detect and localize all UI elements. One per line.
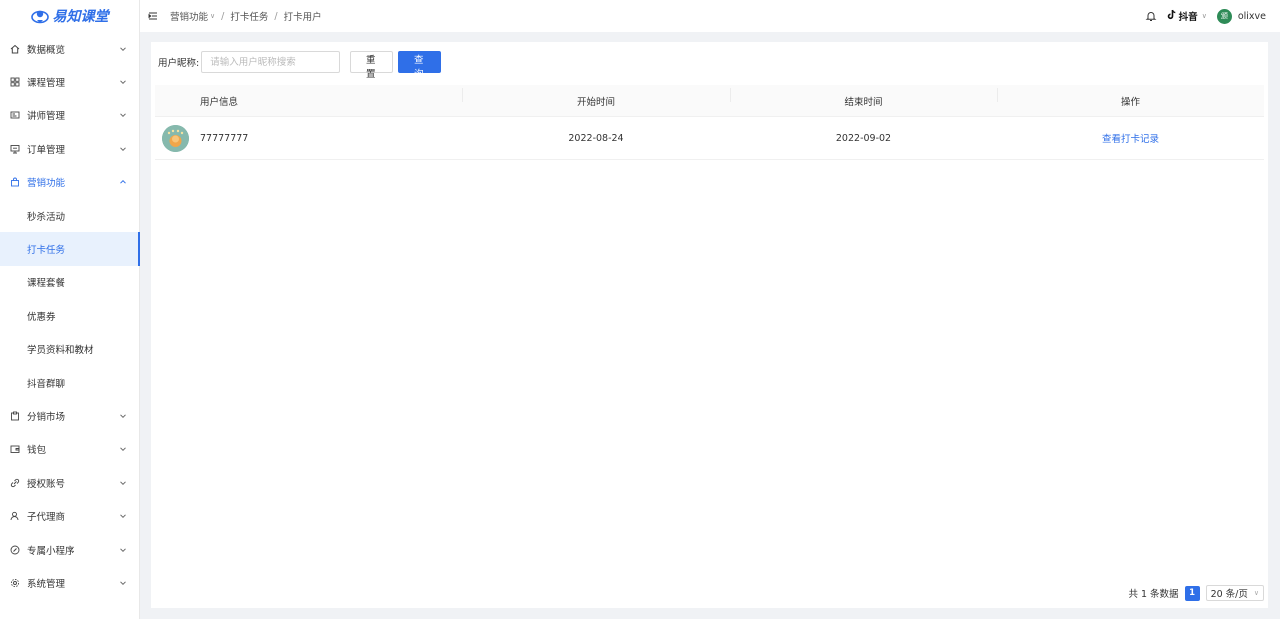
table-row: 77777777 2022-08-24 2022-09-02 查看打卡记录 <box>155 117 1264 160</box>
sidebar-subitem-student-materials[interactable]: 学员资料和教材 <box>0 333 139 366</box>
sidebar-item-system-management[interactable]: 系统管理 <box>0 566 139 599</box>
header-actions: 抖音 ∨ 颁 olixve <box>1145 0 1266 32</box>
avatar: 颁 <box>1216 8 1232 24</box>
link-icon <box>10 478 20 488</box>
chevron-down-icon: ∨ <box>1201 12 1207 20</box>
table-header: 用户信息 开始时间 结束时间 操作 <box>155 85 1264 117</box>
user-avatar <box>161 124 189 152</box>
breadcrumb: 营销功能 ∨ / 打卡任务 / 打卡用户 <box>170 9 322 24</box>
breadcrumb-separator: / <box>221 10 225 22</box>
breadcrumb-item-marketing[interactable]: 营销功能 <box>170 9 208 23</box>
sidebar-subitem-douyin-group-chat[interactable]: 抖音群聊 <box>0 366 139 399</box>
chevron-down-icon <box>119 512 127 520</box>
sidebar-subitem-checkin-task[interactable]: 打卡任务 <box>0 232 140 267</box>
sidebar-item-label: 讲师管理 <box>27 111 66 123</box>
actions-cell: 查看打卡记录 <box>997 131 1264 145</box>
column-header-start-time: 开始时间 <box>462 87 730 108</box>
wallet-icon <box>10 444 20 454</box>
chevron-down-icon <box>119 145 127 153</box>
breadcrumb-item-checkin-users: 打卡用户 <box>283 12 322 23</box>
sidebar-item-label: 子代理商 <box>27 512 66 524</box>
user-nickname: 77777777 <box>200 132 249 144</box>
sidebar-subitem-course-bundle[interactable]: 课程套餐 <box>0 266 139 299</box>
sidebar-subitem-flash-sale[interactable]: 秒杀活动 <box>0 199 139 232</box>
column-header-user-info: 用户信息 <box>200 96 239 108</box>
top-header: 营销功能 ∨ / 打卡任务 / 打卡用户 抖音 ∨ 颁 olixve <box>140 0 1280 32</box>
sidebar-item-data-overview[interactable]: 数据概览 <box>0 32 139 65</box>
chevron-down-icon <box>119 45 127 53</box>
username: olixve <box>1237 10 1266 22</box>
platform-label: 抖音 <box>1178 12 1198 23</box>
user-icon <box>10 511 20 521</box>
total-count: 共 1 条数据 <box>1128 589 1179 600</box>
view-checkin-records-link[interactable]: 查看打卡记录 <box>1102 134 1159 145</box>
breadcrumb-separator: / <box>274 10 278 22</box>
row-avatar-cell <box>155 124 195 152</box>
sidebar-item-distribution-market[interactable]: 分销市场 <box>0 399 139 432</box>
sidebar-item-order-management[interactable]: 订单管理 <box>0 132 139 165</box>
sidebar-item-wallet[interactable]: 钱包 <box>0 433 139 466</box>
sidebar: 易知课堂 数据概览 课程管理 讲师管理 订单管理 营销功能 秒杀活动 打卡任务 … <box>0 0 140 619</box>
column-header-actions: 操作 <box>997 87 1264 108</box>
breadcrumb-item-checkin-task[interactable]: 打卡任务 <box>230 9 268 23</box>
pagination: 共 1 条数据 1 20 条/页 ∨ <box>1128 585 1264 601</box>
chevron-down-icon <box>119 445 127 453</box>
column-header-end-time: 结束时间 <box>730 87 997 108</box>
main-content: 用户昵称: 重置 查询 用户信息 开始时间 结束时间 操作 <box>151 42 1268 608</box>
chevron-down-icon: ∨ <box>1253 589 1259 597</box>
sidebar-item-label: 数据概览 <box>27 44 66 56</box>
chevron-down-icon <box>119 546 127 554</box>
page-number-button[interactable]: 1 <box>1184 585 1200 601</box>
sidebar-item-lecturer-management[interactable]: 讲师管理 <box>0 99 139 132</box>
sidebar-menu: 数据概览 课程管理 讲师管理 订单管理 营销功能 秒杀活动 打卡任务 课程套餐 … <box>0 32 140 600</box>
gear-icon <box>10 578 20 588</box>
sidebar-item-authorized-accounts[interactable]: 授权账号 <box>0 466 139 499</box>
chevron-down-icon <box>119 412 127 420</box>
clipboard-icon <box>10 411 20 421</box>
sidebar-item-label: 授权账号 <box>27 478 66 490</box>
nickname-label: 用户昵称: <box>158 58 200 69</box>
end-time: 2022-09-02 <box>835 132 892 144</box>
platform-switcher[interactable]: 抖音 ∨ <box>1167 9 1207 23</box>
sidebar-item-course-management[interactable]: 课程管理 <box>0 65 139 98</box>
sidebar-item-label: 钱包 <box>27 445 47 457</box>
reset-button[interactable]: 重置 <box>350 51 394 80</box>
home-icon <box>10 44 20 54</box>
sidebar-item-label: 课程管理 <box>27 78 66 90</box>
sidebar-item-mini-program[interactable]: 专属小程序 <box>0 533 139 566</box>
tiktok-icon <box>1167 9 1177 23</box>
chevron-up-icon <box>119 178 127 186</box>
page-size-value: 20 条/页 <box>1210 589 1248 600</box>
chevron-down-icon[interactable]: ∨ <box>210 12 215 20</box>
chevron-down-icon <box>119 78 127 86</box>
menu-fold-icon[interactable] <box>148 11 158 21</box>
logo-icon <box>30 8 49 24</box>
chevron-down-icon <box>119 579 127 587</box>
logo-text: 易知课堂 <box>52 9 109 25</box>
sidebar-item-marketing[interactable]: 营销功能 <box>0 166 139 199</box>
sidebar-item-sub-agents[interactable]: 子代理商 <box>0 499 139 532</box>
sidebar-subitem-coupon[interactable]: 优惠券 <box>0 299 139 332</box>
sidebar-item-label: 订单管理 <box>27 144 66 156</box>
nickname-search-input[interactable] <box>201 51 341 73</box>
compass-icon <box>10 545 20 555</box>
query-button[interactable]: 查询 <box>398 51 442 80</box>
grid-icon <box>10 77 20 87</box>
bell-icon[interactable] <box>1145 10 1157 22</box>
user-menu[interactable]: 颁 olixve <box>1216 8 1266 24</box>
app-logo[interactable]: 易知课堂 <box>0 0 139 32</box>
page-size-select[interactable]: 20 条/页 ∨ <box>1205 585 1264 601</box>
search-filter: 用户昵称: 重置 查询 <box>158 51 442 80</box>
sidebar-item-label: 系统管理 <box>27 578 66 590</box>
start-time: 2022-08-24 <box>568 132 624 144</box>
sidebar-item-label: 分销市场 <box>27 411 66 423</box>
sidebar-item-label: 专属小程序 <box>27 545 75 557</box>
shopping-bag-icon <box>10 177 20 187</box>
chevron-down-icon <box>119 479 127 487</box>
id-card-icon <box>10 110 20 120</box>
chevron-down-icon <box>119 111 127 119</box>
monitor-icon <box>10 144 20 154</box>
sidebar-item-label: 营销功能 <box>27 178 66 190</box>
checkin-users-table: 用户信息 开始时间 结束时间 操作 77777777 2022-08-24 20… <box>155 85 1264 160</box>
